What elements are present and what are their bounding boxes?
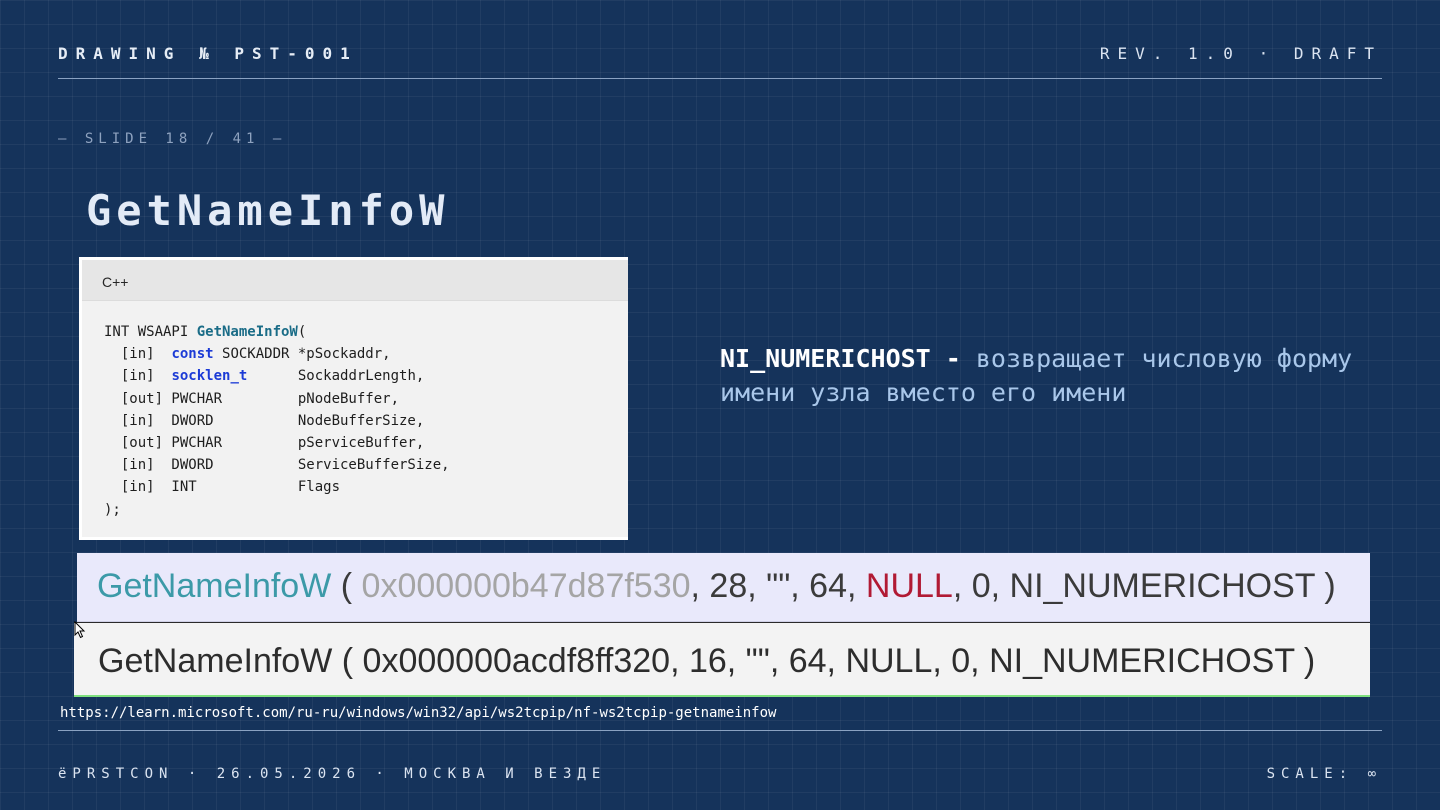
mouse-pointer-icon: [74, 621, 86, 639]
call-args: , 16, "", 64,: [670, 642, 846, 680]
header-rule: [58, 78, 1382, 79]
footer-rule: [58, 730, 1382, 731]
code-line-3-rest: SockaddrLength,: [247, 368, 425, 385]
code-keyword-const: const: [171, 346, 214, 363]
code-line-8: [in] INT Flags: [104, 479, 341, 496]
code-line-1-suffix: (: [297, 324, 307, 340]
call-tail: , 0, NI_NUMERICHOST ): [932, 642, 1316, 680]
code-snippet: C++ INT WSAAPI GetNameInfoW( [in] const …: [79, 257, 628, 540]
call-args: , 28, "", 64,: [690, 567, 866, 605]
footer-scale: SCALE: ∞: [1266, 766, 1382, 782]
source-link[interactable]: https://learn.microsoft.com/ru-ru/window…: [60, 705, 776, 721]
drawing-number: DRAWING № PST-001: [58, 44, 358, 63]
call-function: GetNameInfoW: [97, 567, 332, 605]
code-line-1-prefix: INT WSAAPI: [104, 324, 197, 340]
code-keyword-socklen: socklen_t: [171, 368, 248, 385]
call-open: (: [331, 567, 362, 605]
flag-name: NI_NUMERICHOST -: [720, 344, 976, 373]
code-line-7: [in] DWORD ServiceBufferSize,: [104, 457, 450, 474]
call-null: NULL: [865, 567, 953, 605]
code-line-5: [in] DWORD NodeBufferSize,: [104, 412, 425, 429]
call-trace-1: GetNameInfoW ( 0x000000b47d87f530, 28, "…: [77, 553, 1370, 622]
call-null: NULL: [845, 642, 933, 680]
call-tail: , 0, NI_NUMERICHOST ): [952, 567, 1336, 605]
slide-title: GetNameInfoW: [86, 186, 450, 235]
code-line-6: [out] PWCHAR pServiceBuffer,: [104, 435, 425, 452]
call-text: GetNameInfoW ( 0x000000b47d87f530, 28, "…: [97, 567, 1336, 606]
code-language-label: C++: [102, 274, 129, 290]
call-open: (: [332, 642, 363, 680]
code-line-2-prefix: [in]: [104, 346, 172, 363]
flag-description: NI_NUMERICHOST - возвращает числовую фор…: [720, 342, 1360, 410]
code-line-4: [out] PWCHAR pNodeBuffer,: [104, 390, 400, 407]
call-address: 0x000000acdf8ff320: [362, 642, 671, 680]
code-body: INT WSAAPI GetNameInfoW( [in] const SOCK…: [104, 321, 450, 521]
code-line-9: );: [104, 501, 121, 518]
call-function: GetNameInfoW: [98, 642, 333, 680]
call-address: 0x000000b47d87f530: [361, 567, 691, 605]
footer-event: ёPRSTCON · 26.05.2026 · МОСКВА И ВЕЗДЕ: [58, 766, 607, 782]
code-line-2-rest: SOCKADDR *pSockaddr,: [213, 346, 391, 363]
revision-label: REV. 1.0 · DRAFT: [1099, 44, 1382, 63]
code-line-3-prefix: [in]: [104, 368, 172, 385]
call-trace-2: GetNameInfoW ( 0x000000acdf8ff320, 16, "…: [74, 622, 1370, 697]
call-text: GetNameInfoW ( 0x000000acdf8ff320, 16, "…: [98, 642, 1315, 681]
code-function-name: GetNameInfoW: [196, 324, 298, 340]
slide-counter: — SLIDE 18 / 41 —: [58, 131, 287, 147]
code-language-tab: [82, 260, 628, 301]
